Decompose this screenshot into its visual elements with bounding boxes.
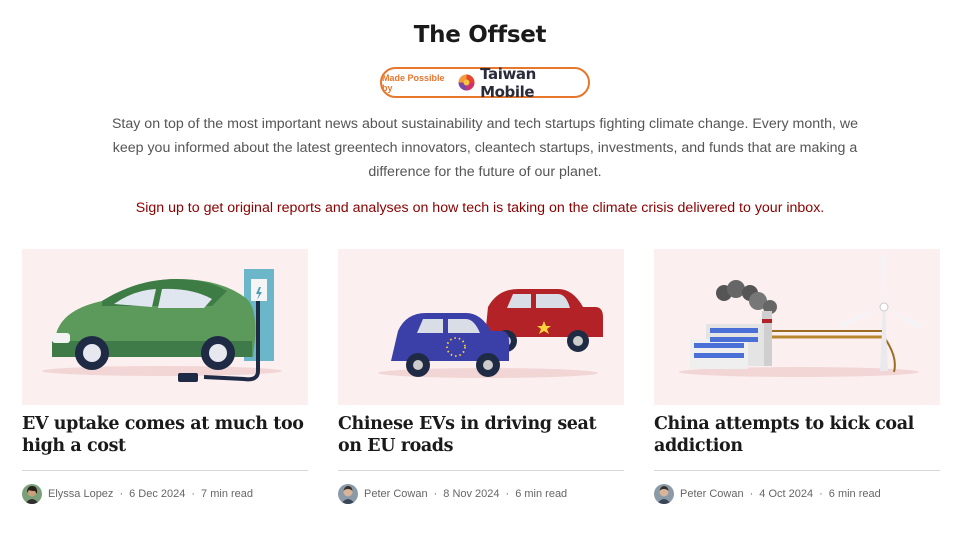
taiwan-mobile-logo-icon <box>458 74 475 91</box>
sponsor-badge[interactable]: Made Possible by Taiwan Mobile <box>380 64 590 101</box>
meta-separator: · <box>119 488 124 500</box>
read-time: 7 min read <box>201 488 254 500</box>
author-name[interactable]: Peter Cowan <box>680 488 744 500</box>
article-meta: Elyssa Lopez · 6 Dec 2024 · 7 min read <box>22 484 253 504</box>
article-card: China attempts to kick coal addiction Pe… <box>654 249 940 504</box>
article-headline[interactable]: China attempts to kick coal addiction <box>654 413 940 457</box>
article-card: Chinese EVs in driving seat on EU roads … <box>338 249 624 504</box>
intro-text: Stay on top of the most important news a… <box>111 116 859 180</box>
author-avatar[interactable] <box>654 484 674 504</box>
article-headline[interactable]: Chinese EVs in driving seat on EU roads <box>338 413 624 457</box>
meta-separator: · <box>819 488 823 500</box>
author-avatar[interactable] <box>22 484 42 504</box>
article-card: EV uptake comes at much too high a cost … <box>22 249 308 504</box>
divider <box>22 470 308 471</box>
article-meta: Peter Cowan · 4 Oct 2024 · 6 min read <box>654 484 881 504</box>
sponsor-brand: Taiwan Mobile <box>480 64 536 101</box>
page-title: The Offset <box>413 22 547 48</box>
article-thumbnail[interactable] <box>338 249 624 405</box>
author-name[interactable]: Elyssa Lopez <box>48 488 113 500</box>
publish-date: 4 Oct 2024 <box>759 488 814 500</box>
read-time: 6 min read <box>515 488 568 500</box>
divider <box>338 470 624 471</box>
ev-charging-car-illustration <box>42 269 282 382</box>
article-thumbnail[interactable] <box>22 249 308 405</box>
meta-separator: · <box>433 488 438 500</box>
article-headline[interactable]: EV uptake comes at much too high a cost <box>22 413 308 457</box>
article-thumbnail[interactable] <box>654 249 940 405</box>
article-meta: Peter Cowan · 8 Nov 2024 · 6 min read <box>338 484 567 504</box>
read-time: 6 min read <box>828 488 881 500</box>
meta-separator: · <box>505 488 510 500</box>
meta-separator: · <box>191 488 196 500</box>
author-avatar[interactable] <box>338 484 358 504</box>
divider <box>654 470 940 471</box>
publish-date: 8 Nov 2024 <box>443 488 500 500</box>
eu-china-cars-illustration <box>378 289 603 378</box>
publish-date: 6 Dec 2024 <box>129 488 186 500</box>
meta-separator: · <box>749 488 754 500</box>
sponsor-prefix: Made Possible by <box>382 72 445 93</box>
coal-plant-wind-turbine-illustration <box>679 255 922 377</box>
signup-cta-text[interactable]: Sign up to get original reports and anal… <box>0 200 960 216</box>
author-name[interactable]: Peter Cowan <box>364 488 428 500</box>
